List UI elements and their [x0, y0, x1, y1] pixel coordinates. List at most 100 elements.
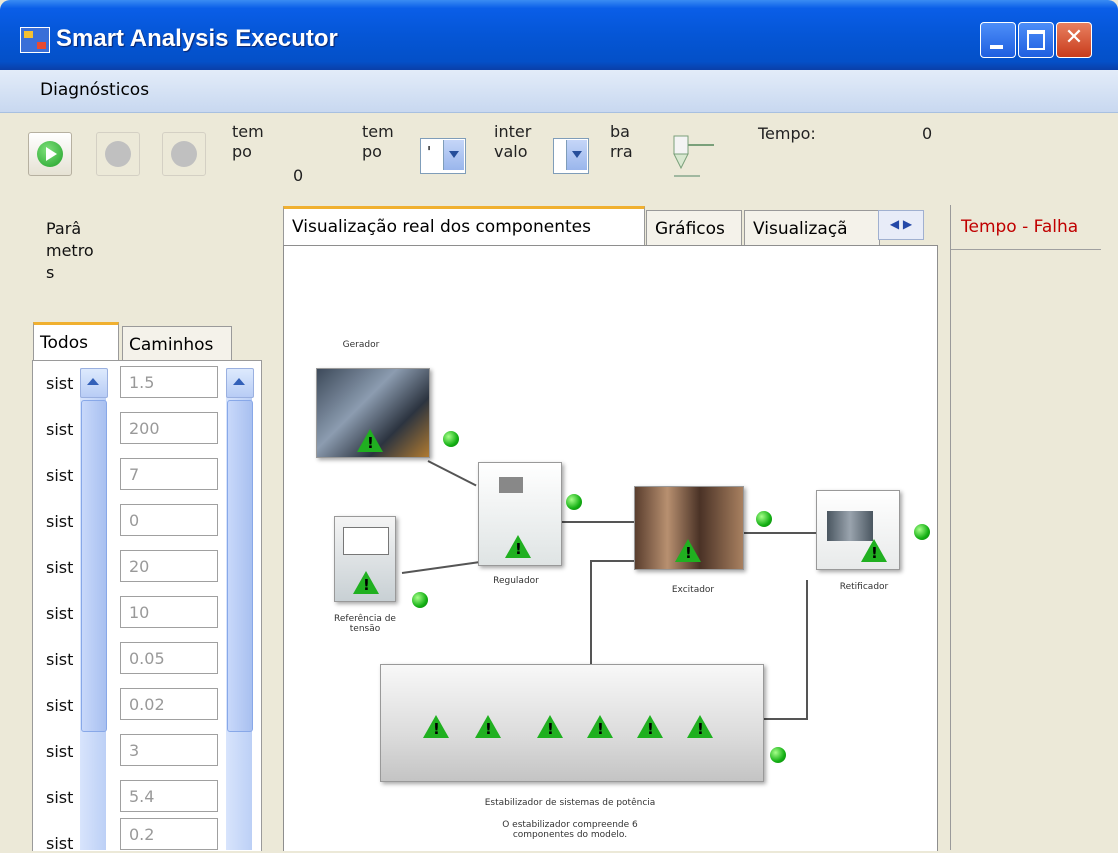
param-value-field[interactable]: 200 — [120, 412, 218, 444]
retificador-component[interactable] — [816, 490, 900, 570]
referencia-caption: Referência de tensão — [334, 614, 396, 634]
warning-icon — [505, 535, 531, 558]
estabilizador-caption: Estabilizador de sistemas de potência — [484, 798, 656, 808]
row-label[interactable]: sist — [46, 788, 73, 807]
tempo-value: 0 — [922, 124, 933, 143]
gerador-component[interactable] — [316, 368, 430, 458]
tempo-falha-header: Tempo - Falha — [961, 217, 1079, 237]
tab-caminhos[interactable]: Caminhos — [122, 326, 232, 362]
param-value-field[interactable]: 10 — [120, 596, 218, 628]
menu-bar: Diagnósticos — [0, 70, 1118, 113]
warning-icon — [861, 539, 887, 562]
status-ok-icon — [566, 494, 582, 510]
param-value-field[interactable]: 0 — [120, 504, 218, 536]
row-label[interactable]: sist — [46, 420, 73, 439]
chevron-down-icon[interactable] — [443, 140, 464, 170]
estabilizador-note: O estabilizador compreende 6 componentes… — [502, 820, 638, 840]
app-icon — [20, 27, 50, 53]
menu-diagnosticos[interactable]: Diagnósticos — [40, 80, 149, 100]
tempo-label-1: tem po — [232, 122, 264, 161]
param-value-field[interactable]: 0.2 — [120, 818, 218, 850]
tempo-combo[interactable]: ' — [420, 138, 466, 174]
stop-icon — [171, 141, 197, 167]
pause-button[interactable] — [96, 132, 140, 176]
tempo-value-1: 0 — [293, 166, 304, 185]
connector — [560, 521, 634, 523]
row-label[interactable]: sist — [46, 374, 73, 393]
row-label[interactable]: sist — [46, 604, 73, 623]
connector — [742, 532, 816, 534]
meter-icon — [343, 527, 389, 555]
param-value-field[interactable]: 0.05 — [120, 642, 218, 674]
param-value-field[interactable]: 5.4 — [120, 780, 218, 812]
status-ok-icon — [770, 747, 786, 763]
connector — [762, 718, 808, 720]
tab-visualizacao-real[interactable]: Visualização real dos componentes — [283, 206, 645, 246]
chevron-up-icon[interactable] — [80, 368, 108, 398]
row-label[interactable]: sist — [46, 650, 73, 669]
play-button[interactable] — [28, 132, 72, 176]
transformer-icon — [827, 511, 873, 541]
param-value-field[interactable]: 20 — [120, 550, 218, 582]
chevron-up-icon[interactable] — [226, 368, 254, 398]
names-scroll-thumb[interactable] — [81, 400, 107, 732]
tab-scroll-arrows[interactable]: ◀ ▶ — [878, 210, 924, 240]
parametros-label: Parâ metro s — [46, 219, 94, 282]
title-bar[interactable]: Smart Analysis Executor — [0, 0, 1118, 70]
row-label[interactable]: sist — [46, 512, 73, 531]
tempo-combo-value: ' — [427, 143, 432, 161]
row-label[interactable]: sist — [46, 696, 73, 715]
tempo-falha-panel: Tempo - Falha — [950, 205, 1101, 850]
panel-icon — [499, 477, 523, 493]
window-title: Smart Analysis Executor — [56, 25, 338, 52]
param-value-field[interactable]: 7 — [120, 458, 218, 490]
values-scroll-thumb[interactable] — [227, 400, 253, 732]
thermometer-icon[interactable] — [664, 132, 724, 182]
regulador-component[interactable] — [478, 462, 562, 566]
status-ok-icon — [756, 511, 772, 527]
warning-icon — [637, 715, 663, 738]
row-label[interactable]: sist — [46, 834, 73, 853]
referencia-component[interactable] — [334, 516, 396, 602]
tempo-label-2: tem po — [362, 122, 394, 161]
warning-icon — [475, 715, 501, 738]
status-ok-icon — [443, 431, 459, 447]
gerador-caption: Gerador — [342, 340, 380, 350]
param-value-field[interactable]: 3 — [120, 734, 218, 766]
row-label[interactable]: sist — [46, 466, 73, 485]
minimize-button[interactable] — [980, 22, 1016, 58]
regulador-caption: Regulador — [493, 576, 539, 586]
close-button[interactable] — [1056, 22, 1092, 58]
warning-icon — [687, 715, 713, 738]
connector — [806, 580, 808, 720]
main-window: Smart Analysis Executor Diagnósticos tem… — [0, 0, 1118, 853]
param-value-field[interactable]: 1.5 — [120, 366, 218, 398]
stop-button[interactable] — [162, 132, 206, 176]
warning-icon — [357, 429, 383, 452]
estabilizador-component[interactable] — [380, 664, 764, 782]
warning-icon — [587, 715, 613, 738]
row-label[interactable]: sist — [46, 742, 73, 761]
tab-todos[interactable]: Todos — [33, 322, 119, 362]
intervalo-combo[interactable] — [553, 138, 589, 174]
tempo-label: Tempo: — [758, 124, 816, 143]
status-ok-icon — [412, 592, 428, 608]
excitador-caption: Excitador — [671, 585, 715, 595]
connector — [590, 560, 592, 670]
intervalo-label: inter valo — [494, 122, 532, 161]
row-label[interactable]: sist — [46, 558, 73, 577]
connector — [590, 560, 634, 562]
chevron-down-icon[interactable] — [566, 140, 587, 170]
tab-graficos[interactable]: Gráficos — [646, 210, 742, 246]
maximize-button[interactable] — [1018, 22, 1054, 58]
warning-icon — [423, 715, 449, 738]
tab-visualizacao-2[interactable]: Visualizaçã — [744, 210, 880, 246]
play-icon — [37, 141, 63, 167]
status-ok-icon — [914, 524, 930, 540]
param-value-field[interactable]: 0.02 — [120, 688, 218, 720]
excitador-component[interactable] — [634, 486, 744, 570]
barra-label: ba rra — [610, 122, 633, 161]
divider — [951, 249, 1101, 250]
retificador-caption: Retificador — [839, 582, 889, 592]
pause-icon — [105, 141, 131, 167]
